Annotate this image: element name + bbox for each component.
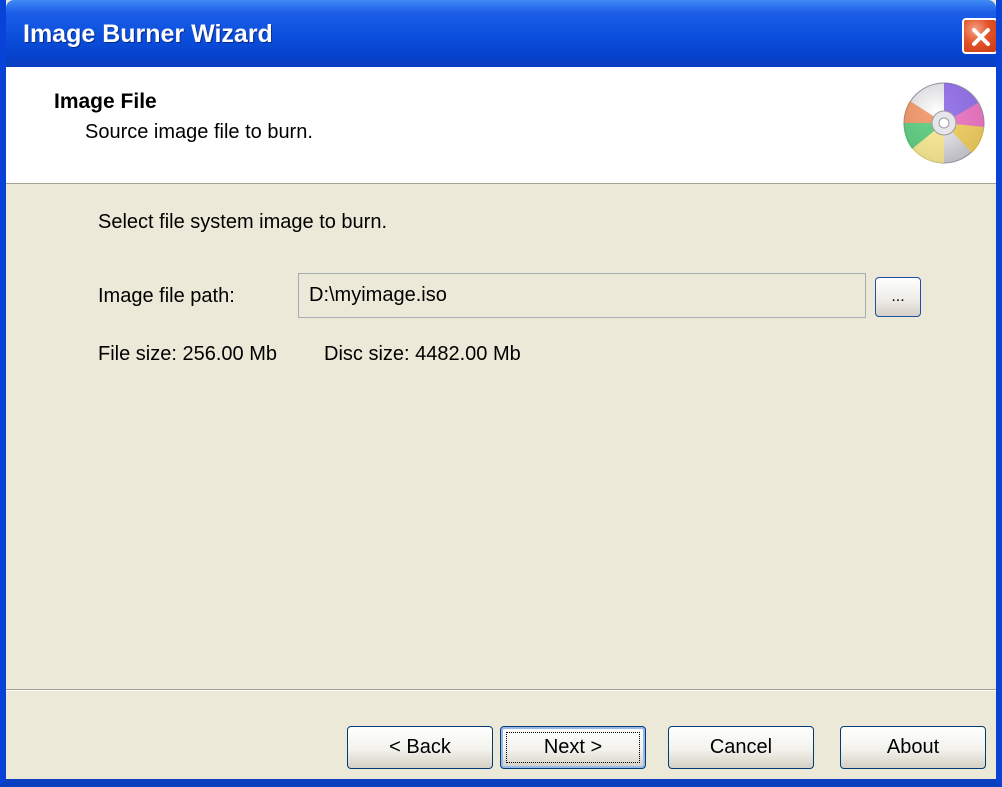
window-title: Image Burner Wizard (23, 20, 273, 48)
page-subtitle: Source image file to burn. (85, 121, 313, 143)
wizard-footer: < Back Next > Cancel About (6, 689, 996, 779)
about-button[interactable]: About (840, 726, 986, 769)
close-button[interactable] (962, 18, 996, 54)
close-icon (972, 28, 990, 46)
focus-rect (506, 732, 640, 763)
browse-button[interactable]: ... (875, 277, 921, 317)
back-button[interactable]: < Back (347, 726, 493, 769)
image-path-input[interactable] (298, 273, 866, 318)
file-size-text: File size: 256.00 Mb (98, 343, 277, 365)
wizard-window: Image Burner Wizard Image File Source im… (0, 0, 1002, 787)
instruction-text: Select file system image to burn. (98, 211, 388, 233)
disc-size-text: Disc size: 4482.00 Mb (324, 343, 521, 365)
next-button[interactable]: Next > (500, 726, 646, 769)
disc-icon (903, 82, 985, 164)
title-bar[interactable]: Image Burner Wizard (6, 0, 996, 67)
wizard-header: Image File Source image file to burn. (6, 67, 996, 184)
wizard-content: Select file system image to burn. Image … (6, 184, 996, 689)
cancel-button[interactable]: Cancel (668, 726, 814, 769)
image-path-label: Image file path: (98, 285, 235, 307)
page-title: Image File (54, 90, 157, 113)
